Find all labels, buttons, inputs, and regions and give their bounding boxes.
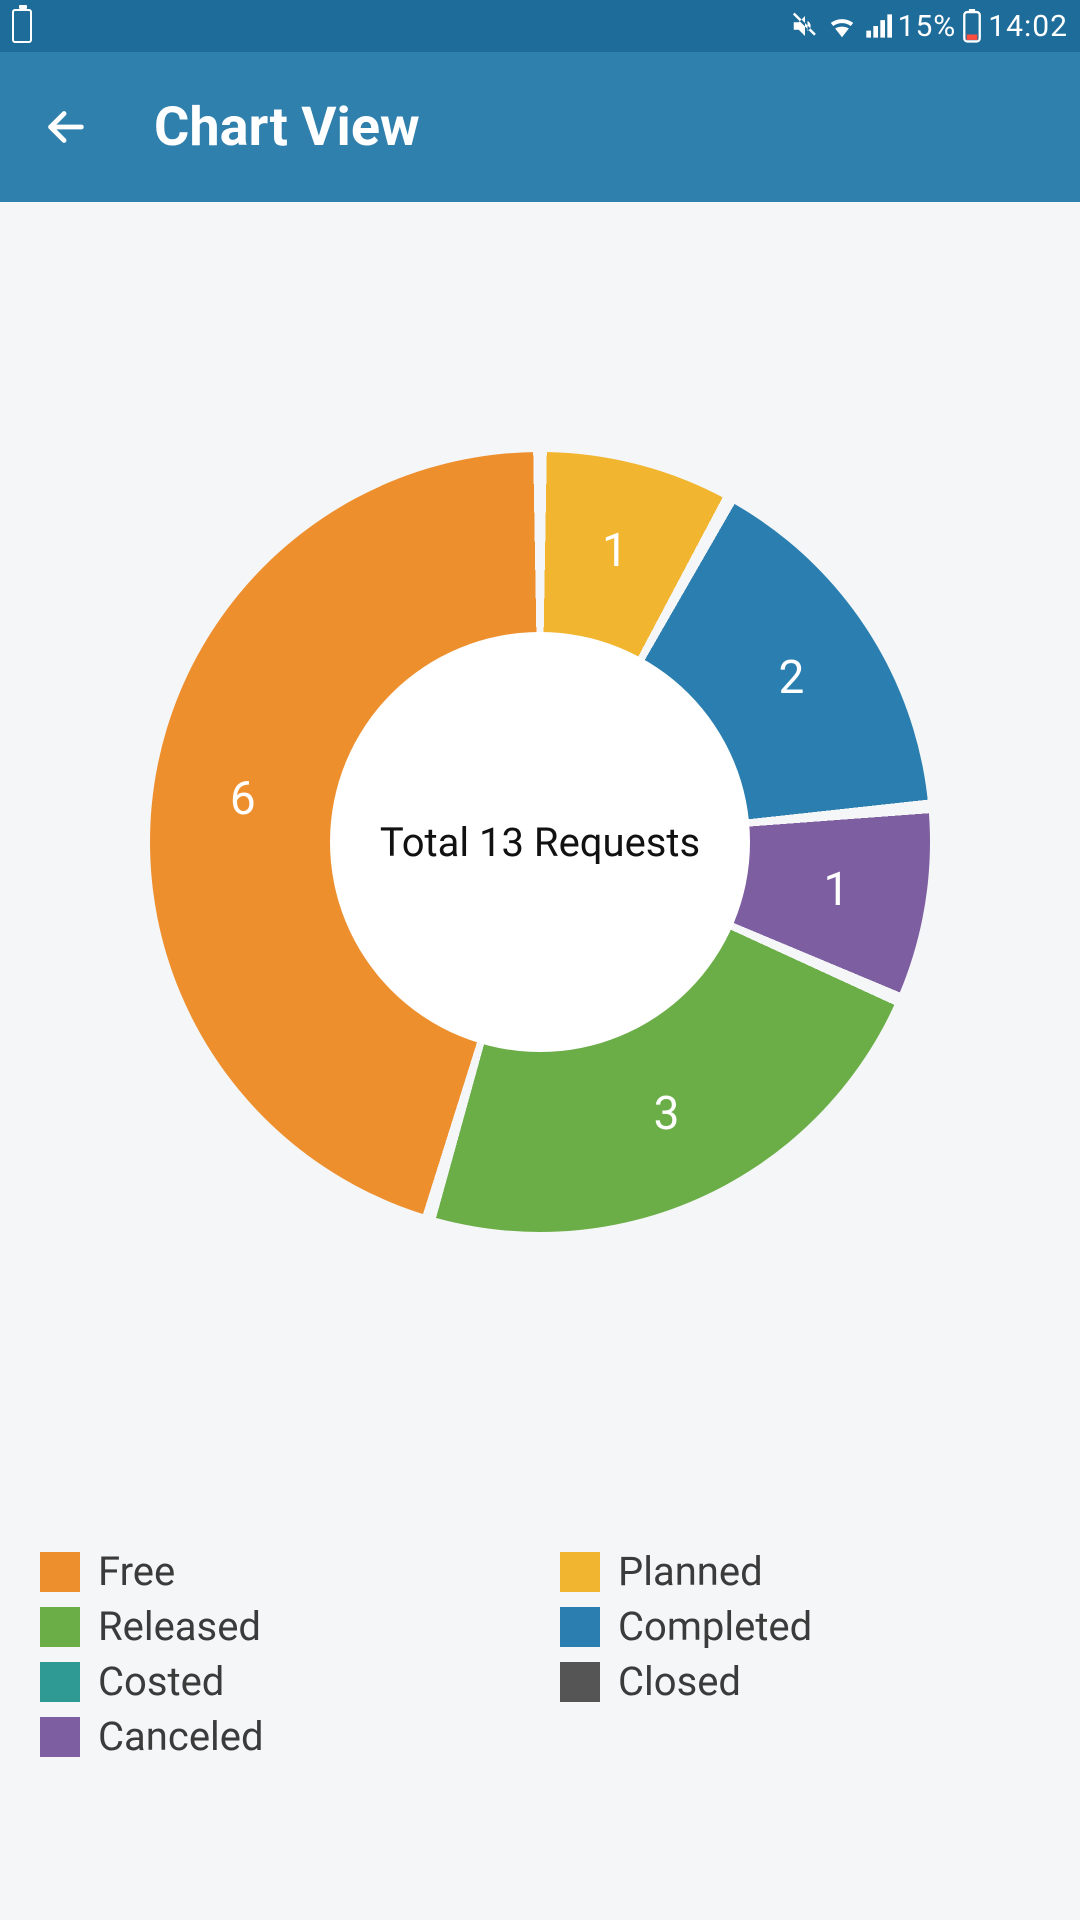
legend-item-planned[interactable]: Planned [560,1548,1040,1595]
legend-label-closed: Closed [618,1658,741,1705]
page-title: Chart View [154,96,420,159]
legend-item-canceled[interactable]: Canceled [40,1713,520,1760]
back-button[interactable] [38,99,94,155]
legend-empty [560,1713,1040,1760]
status-bar: ! 15% 14:02 [0,0,1080,52]
legend-swatch-released [40,1607,80,1647]
app-bar: Chart View [0,52,1080,202]
legend-swatch-planned [560,1552,600,1592]
chart-area: Total 13 Requests 12136 [0,202,1080,1482]
legend-swatch-closed [560,1662,600,1702]
status-left: ! [12,9,32,43]
wifi-icon [826,11,858,41]
legend-label-completed: Completed [618,1603,812,1650]
status-right: 15% 14:02 [790,9,1068,44]
legend-label-free: Free [98,1548,175,1595]
legend-swatch-canceled [40,1717,80,1757]
legend-item-completed[interactable]: Completed [560,1603,1040,1650]
legend-swatch-costed [40,1662,80,1702]
legend-label-planned: Planned [618,1548,763,1595]
legend-item-released[interactable]: Released [40,1603,520,1650]
chart-legend: Free Planned Released Completed Costed Closed… [40,1548,1040,1760]
arrow-left-icon [43,104,89,150]
legend-label-canceled: Canceled [98,1713,264,1760]
battery-alert-glyph: ! [20,11,25,41]
clock-time: 14:02 [988,9,1068,44]
legend-swatch-free [40,1552,80,1592]
mute-icon [790,11,820,41]
legend-label-costed: Costed [98,1658,224,1705]
legend-item-costed[interactable]: Costed [40,1658,520,1705]
chart-center-label: Total 13 Requests [380,819,700,866]
legend-label-released: Released [98,1603,261,1650]
donut-chart: Total 13 Requests 12136 [150,452,930,1232]
donut-hole: Total 13 Requests [330,632,750,1052]
battery-alert-icon: ! [12,9,32,43]
legend-item-closed[interactable]: Closed [560,1658,1040,1705]
battery-low-icon [962,9,982,43]
legend-swatch-completed [560,1607,600,1647]
legend-item-free[interactable]: Free [40,1548,520,1595]
battery-percent: 15% [898,9,957,44]
signal-icon [864,11,892,41]
